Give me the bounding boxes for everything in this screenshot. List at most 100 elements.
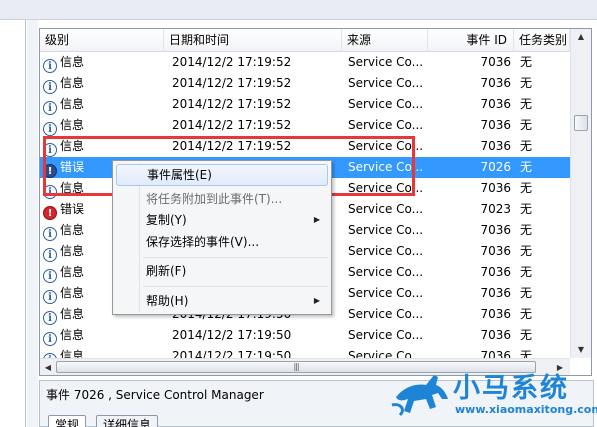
info-icon: i (43, 122, 57, 136)
scroll-down-arrow-icon[interactable]: ▼ (571, 342, 591, 358)
cell-level: i信息 (43, 52, 163, 73)
cell-source: Service Co... (348, 286, 424, 300)
cell-level-text: 信息 (60, 55, 85, 69)
table-row[interactable]: i 信息 2014/12/2 17:19:52 Service Co... 7036 无 (40, 52, 570, 73)
info-icon: i (43, 143, 57, 157)
scroll-up-arrow-icon[interactable]: ▲ (571, 29, 591, 45)
table-row[interactable]: i 信息 2014/12/2 17:19:52 Service Co... 7036 无 (40, 136, 570, 157)
cell-category: 无 (520, 181, 533, 195)
table-row[interactable]: i 信息 2014/12/2 17:19:52 Service Co... 7036 无 (40, 73, 570, 94)
cell-source: Service Co... (348, 307, 424, 321)
info-icon: i (43, 59, 57, 73)
tab-details[interactable]: 详细信息 (96, 415, 159, 427)
tab-general[interactable]: 常规 (48, 415, 87, 427)
cell-source: Service Co... (348, 118, 424, 132)
cell-event-id: 7036 (480, 76, 511, 90)
menu-item-refresh[interactable]: 刷新(F) (116, 260, 328, 282)
chevron-right-icon: ▶ (313, 296, 320, 305)
cell-category: 无 (520, 118, 533, 132)
cell-level: i信息 (43, 73, 163, 94)
error-icon: ! (43, 206, 57, 220)
cell-level-text: 信息 (60, 97, 85, 111)
info-icon: i (43, 332, 57, 346)
cell-level: i信息 (43, 94, 163, 115)
event-detail-title: 事件 7026 , Service Control Manager (46, 388, 264, 402)
table-row[interactable]: i 信息 2014/12/2 17:19:52 Service Co... 7036 无 (40, 115, 570, 136)
menu-item-save-selected[interactable]: 保存选择的事件(V)... (116, 231, 328, 253)
cell-category: 无 (520, 139, 533, 153)
cell-level-text: 错误 (60, 160, 85, 174)
cell-source: Service Co... (348, 139, 424, 153)
cell-datetime: 2014/12/2 17:19:52 (172, 55, 292, 69)
column-header-level[interactable]: 级别 (40, 29, 164, 52)
cell-level: i信息 (43, 136, 163, 157)
cell-level: i信息 (43, 325, 163, 346)
menu-separator (143, 286, 328, 287)
cell-event-id: 7036 (480, 244, 511, 258)
cell-event-id: 7036 (480, 118, 511, 132)
column-header-event-id[interactable]: 事件 ID (428, 29, 514, 52)
cell-datetime: 2014/12/2 17:19:50 (172, 328, 292, 342)
column-header: 级别 日期和时间 来源 事件 ID 任务类别 (40, 29, 570, 52)
menu-item-event-properties[interactable]: 事件属性(E) (116, 164, 328, 186)
info-icon: i (43, 80, 57, 94)
menu-item-help-label: 帮助(H) (146, 294, 189, 308)
cell-level-text: 信息 (60, 139, 85, 153)
table-row[interactable]: i信息 2014/12/2 17:19:50 Service Co... 7036 无 (40, 325, 570, 346)
cell-level-text: 信息 (60, 307, 85, 321)
navigation-pane[interactable] (0, 20, 26, 427)
cell-source: Service Co... (348, 265, 424, 279)
cell-event-id: 7036 (480, 181, 511, 195)
cell-category: 无 (520, 265, 533, 279)
cell-event-id: 7036 (480, 265, 511, 279)
top-toolbar-strip (0, 0, 597, 20)
menu-item-help[interactable]: 帮助(H) ▶ (116, 290, 328, 312)
cell-category: 无 (520, 223, 533, 237)
cell-level-text: 信息 (60, 265, 85, 279)
cell-source: Service Co... (348, 181, 424, 195)
info-icon: i (43, 227, 57, 241)
table-row[interactable]: i 信息 2014/12/2 17:19:52 Service Co... 7036 无 (40, 94, 570, 115)
cell-level-text: 信息 (60, 223, 85, 237)
chevron-right-icon: ▶ (313, 215, 320, 224)
cell-level-text: 信息 (60, 76, 85, 90)
cell-category: 无 (520, 307, 533, 321)
pane-splitter[interactable] (27, 20, 38, 427)
cell-datetime: 2014/12/2 17:19:52 (172, 118, 292, 132)
info-icon: i (43, 185, 57, 199)
cell-category: 无 (520, 55, 533, 69)
cell-level-text: 信息 (60, 118, 85, 132)
cell-event-id: 7036 (480, 97, 511, 111)
menu-separator (143, 257, 328, 258)
cell-category: 无 (520, 97, 533, 111)
cell-event-id: 7023 (480, 202, 511, 216)
cell-source: Service Co... (348, 202, 424, 216)
cell-level-text: 信息 (60, 286, 85, 300)
cell-event-id: 7036 (480, 286, 511, 300)
cell-category: 无 (520, 328, 533, 342)
info-icon: i (43, 311, 57, 325)
cell-event-id: 7036 (480, 55, 511, 69)
column-header-datetime[interactable]: 日期和时间 (164, 29, 342, 52)
column-header-source[interactable]: 来源 (342, 29, 428, 52)
cell-category: 无 (520, 286, 533, 300)
error-icon: ! (43, 164, 57, 178)
cell-event-id: 7036 (480, 139, 511, 153)
cell-source: Service Co... (348, 328, 424, 342)
cell-event-id: 7036 (480, 223, 511, 237)
logo-name: 小马系统 (453, 373, 569, 404)
column-header-category[interactable]: 任务类别 (514, 29, 570, 52)
menu-item-attach-task[interactable]: 将任务附加到此事件(T)... (116, 188, 328, 210)
vertical-scroll-thumb[interactable] (574, 115, 588, 131)
cell-datetime: 2014/12/2 17:19:52 (172, 139, 292, 153)
cell-level-text: 信息 (60, 181, 85, 195)
vertical-scrollbar[interactable]: ▲ ▼ (570, 29, 591, 358)
logo-url: www.xiaomaxitong.com (455, 403, 597, 416)
cell-level-text: 错误 (60, 202, 85, 216)
scroll-left-arrow-icon[interactable]: ◀ (40, 359, 56, 375)
cell-event-id: 7026 (480, 160, 511, 174)
info-icon: i (43, 101, 57, 115)
watermark-logo: 小马系统 www.xiaomaxitong.com (388, 363, 597, 427)
info-icon: i (43, 248, 57, 262)
menu-item-copy[interactable]: 复制(Y) ▶ (116, 209, 328, 231)
